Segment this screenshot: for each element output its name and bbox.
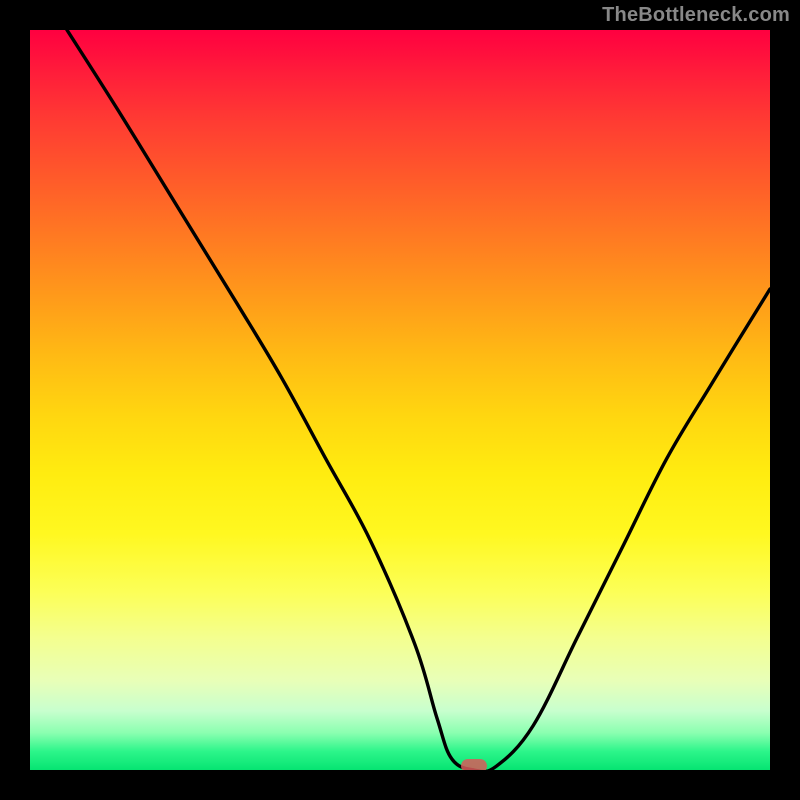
plot-area [30,30,770,770]
plot-inner [30,30,770,770]
curve-svg [30,30,770,770]
bottleneck-curve [67,30,770,770]
optimal-marker [461,759,487,770]
watermark-text: TheBottleneck.com [602,4,790,27]
chart-frame: TheBottleneck.com [0,0,800,800]
